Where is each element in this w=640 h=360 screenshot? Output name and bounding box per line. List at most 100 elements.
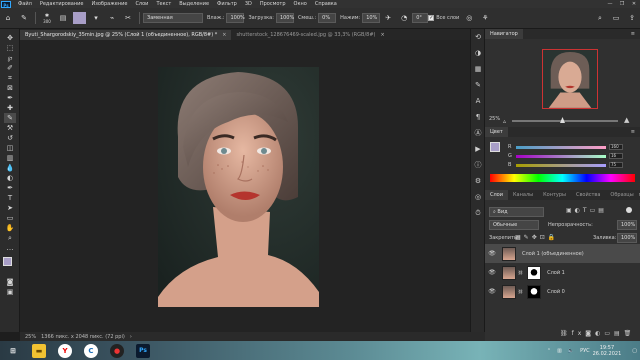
- yandex-browser-icon[interactable]: Y: [58, 343, 72, 358]
- lasso-tool-icon[interactable]: ℘: [4, 53, 16, 63]
- clone-stamp-tool-icon[interactable]: ⚒: [4, 123, 16, 133]
- libraries-panel-icon[interactable]: ▦: [473, 64, 483, 74]
- windows-start-icon[interactable]: ⊞: [6, 344, 20, 358]
- crop-tool-icon[interactable]: ⌗: [4, 73, 16, 83]
- file-explorer-icon[interactable]: ▬: [32, 343, 46, 358]
- zoom-in-icon[interactable]: ▲: [624, 116, 629, 124]
- tab-document-2[interactable]: shutterstock_128676469-scaled.jpg @ 33,3…: [231, 30, 389, 40]
- load-brush-icon[interactable]: ▾: [90, 12, 102, 24]
- clone-source-icon[interactable]: ◎: [473, 192, 483, 202]
- adjustments-panel-icon[interactable]: ◑: [473, 48, 483, 58]
- marquee-tool-icon[interactable]: ⬚: [4, 43, 16, 53]
- workspace-icon[interactable]: ▭: [610, 12, 622, 24]
- tab-swatches[interactable]: Образцы: [605, 190, 638, 200]
- language-indicator[interactable]: РУС: [580, 348, 590, 354]
- menu-select[interactable]: Выделение: [175, 1, 213, 7]
- brushes-panel-icon[interactable]: ✎: [473, 80, 483, 90]
- network-icon[interactable]: ▥: [557, 348, 562, 354]
- visibility-eye-icon[interactable]: 👁: [488, 288, 496, 295]
- hand-tool-icon[interactable]: ✋: [4, 223, 16, 233]
- layer-mask-thumbnail[interactable]: [527, 265, 542, 280]
- menu-image[interactable]: Изображение: [87, 1, 131, 7]
- more-tools-icon[interactable]: …: [4, 243, 16, 253]
- menu-edit[interactable]: Редактирование: [36, 1, 88, 7]
- sample-all-checkbox[interactable]: ✓: [428, 15, 435, 21]
- notifications-icon[interactable]: ▢: [632, 348, 637, 354]
- symmetry-icon[interactable]: ⚘: [479, 12, 491, 24]
- brush-preset-picker[interactable]: ✱ 300: [41, 12, 53, 24]
- clean-brush-icon[interactable]: ⌁: [106, 12, 118, 24]
- color-panel-foreground[interactable]: [490, 142, 500, 152]
- layer-filter-icons[interactable]: ▣◐T▭▤: [566, 207, 622, 214]
- menu-view[interactable]: Просмотр: [256, 1, 290, 7]
- tray-up-icon[interactable]: ⌃: [547, 348, 551, 354]
- tab-channels[interactable]: Каналы: [508, 190, 538, 200]
- load-color-swatch[interactable]: [73, 12, 86, 24]
- history-panel-icon[interactable]: ⟲: [473, 32, 483, 42]
- close-tab-icon[interactable]: ×: [380, 30, 384, 40]
- green-slider[interactable]: [516, 155, 606, 158]
- menu-3d[interactable]: 3D: [241, 1, 256, 7]
- brush-settings-icon[interactable]: ▤: [57, 12, 69, 24]
- restore-button[interactable]: ❐: [616, 1, 628, 7]
- tab-paths[interactable]: Контуры: [538, 190, 571, 200]
- layer-filter-dropdown[interactable]: ⌕ Вид: [489, 207, 544, 217]
- load-after-stroke-icon[interactable]: ✂: [122, 12, 134, 24]
- visibility-eye-icon[interactable]: 👁: [488, 269, 496, 276]
- screen-mode-icon[interactable]: ▣: [4, 287, 16, 297]
- red-slider[interactable]: [516, 146, 606, 149]
- healing-tool-icon[interactable]: ✚: [4, 103, 16, 113]
- layer-row-merged[interactable]: 👁 Слой 1 (объединенное): [485, 244, 640, 263]
- menu-layers[interactable]: Слои: [131, 1, 152, 7]
- smoothing-icon[interactable]: ◔: [398, 12, 410, 24]
- search-icon[interactable]: ⌕: [594, 12, 606, 24]
- share-icon[interactable]: ⇪: [626, 12, 638, 24]
- tab-color[interactable]: Цвет: [485, 127, 508, 137]
- green-value[interactable]: 16: [609, 153, 623, 159]
- red-value[interactable]: 160: [609, 144, 623, 150]
- shape-tool-icon[interactable]: ▭: [4, 213, 16, 223]
- eyedropper-tool-icon[interactable]: ✒: [4, 93, 16, 103]
- home-icon[interactable]: ⌂: [2, 12, 14, 24]
- record-icon[interactable]: ●: [110, 343, 124, 358]
- actions-panel-icon[interactable]: ▶: [473, 144, 483, 154]
- status-arrow-icon[interactable]: ›: [130, 334, 132, 340]
- minimize-button[interactable]: —: [604, 1, 616, 7]
- panel-menu-icon[interactable]: ≡: [631, 129, 635, 135]
- frame-tool-icon[interactable]: ⊠: [4, 83, 16, 93]
- menu-text[interactable]: Текст: [152, 1, 175, 7]
- menu-filter[interactable]: Фильтр: [213, 1, 241, 7]
- mix-preset-dropdown[interactable]: Заменная: [143, 13, 203, 23]
- blur-tool-icon[interactable]: 💧: [4, 163, 16, 173]
- foreground-color-swatch[interactable]: [3, 257, 12, 266]
- type-tool-icon[interactable]: T: [4, 193, 16, 203]
- zoom-level[interactable]: 25%: [25, 334, 36, 340]
- clock[interactable]: 19:57 26.02.2021: [593, 345, 622, 357]
- navigator-zoom-slider[interactable]: [512, 120, 618, 122]
- tool-presets-icon[interactable]: ⚙: [473, 176, 483, 186]
- tab-navigator[interactable]: Навигатор: [485, 29, 523, 39]
- link-chain-icon[interactable]: ⛓: [518, 270, 523, 275]
- mix-value[interactable]: 0%: [318, 13, 337, 23]
- portrait-photo[interactable]: [158, 67, 319, 307]
- layer-name[interactable]: Слой 0: [547, 289, 565, 295]
- layer-opacity-value[interactable]: 100%: [617, 220, 637, 230]
- layer-row-layer1[interactable]: 👁 ⛓ Слой 1: [485, 263, 640, 282]
- blue-value[interactable]: 75: [609, 162, 623, 168]
- glyphs-panel-icon[interactable]: Ⓐ: [473, 128, 483, 138]
- volume-icon[interactable]: 🔈: [568, 348, 574, 354]
- fill-value[interactable]: 100%: [617, 233, 637, 243]
- paragraph-panel-icon[interactable]: ¶: [473, 112, 483, 122]
- tab-properties[interactable]: Свойства: [571, 190, 605, 200]
- pressure-icon[interactable]: ◎: [463, 12, 475, 24]
- layer-row-layer0[interactable]: 👁 ⛓ Слой 0: [485, 282, 640, 301]
- close-tab-icon[interactable]: ×: [222, 30, 226, 40]
- zoom-tool-icon[interactable]: ⌕: [4, 233, 16, 243]
- path-select-tool-icon[interactable]: ➤: [4, 203, 16, 213]
- eraser-tool-icon[interactable]: ◫: [4, 143, 16, 153]
- flow-value[interactable]: 10%: [362, 13, 381, 23]
- wet-value[interactable]: 100%: [226, 13, 245, 23]
- angle-value[interactable]: 0°: [412, 13, 429, 23]
- menu-file[interactable]: Файл: [14, 1, 36, 7]
- mixer-brush-icon[interactable]: ✎: [18, 12, 30, 24]
